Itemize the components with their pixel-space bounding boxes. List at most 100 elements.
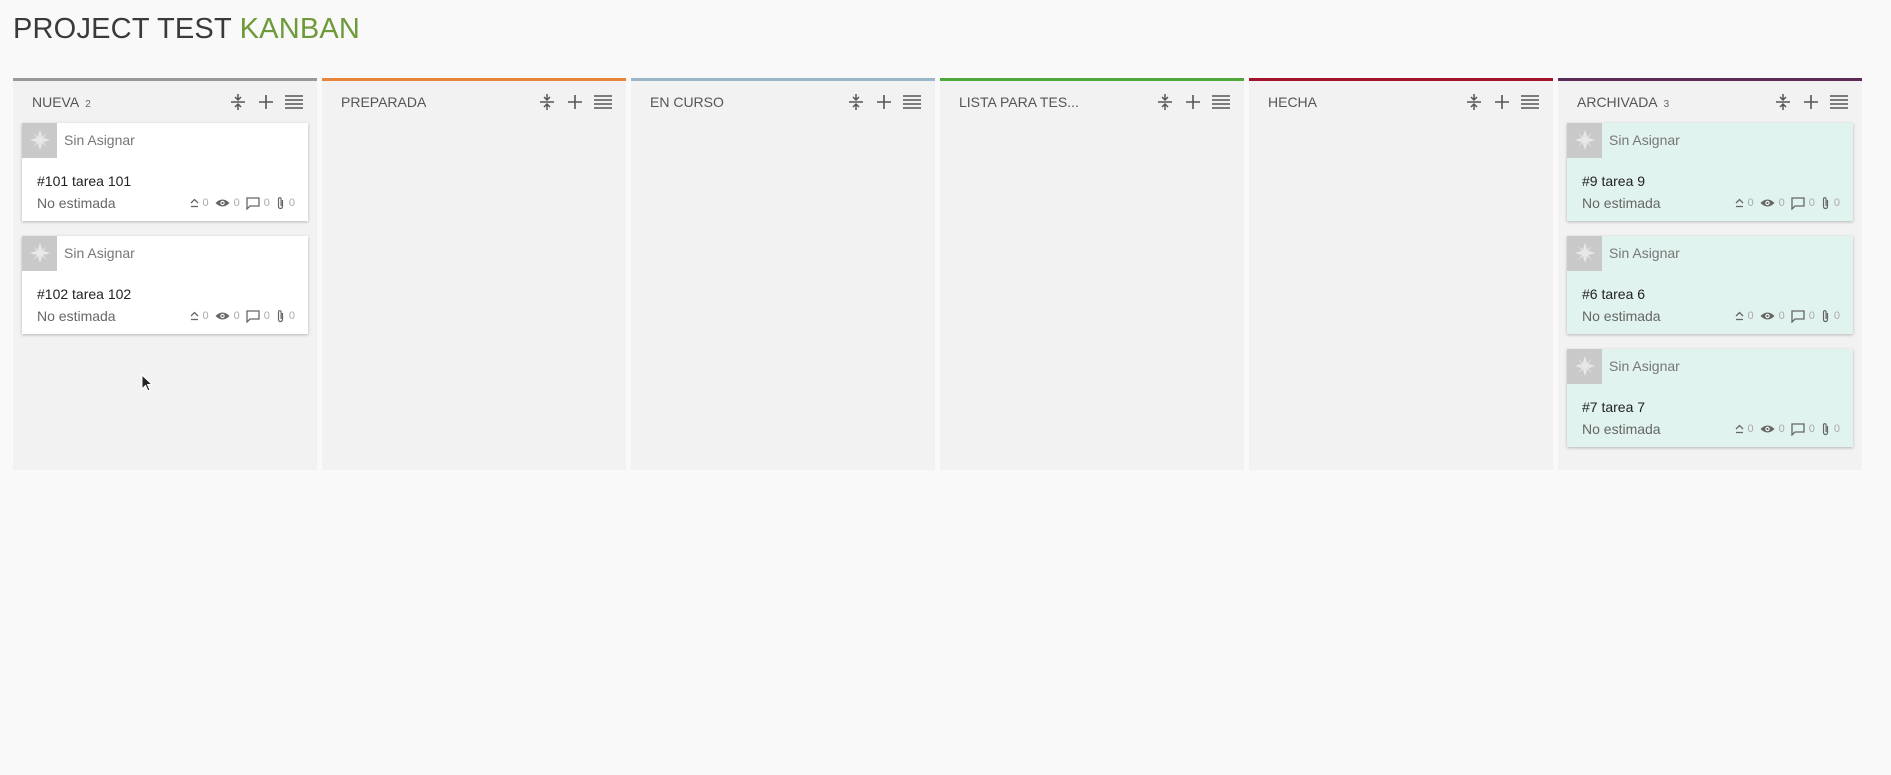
card-stat-comments: 0 [1791,422,1815,436]
card-votes-count: 0 [1747,197,1754,209]
column-menu-icon[interactable] [903,93,921,111]
comment-icon [246,196,260,210]
column-title: PREPARADA [341,94,427,110]
card-votes-count: 0 [1747,310,1754,322]
card-assignee[interactable]: Sin Asignar [1609,358,1680,374]
eye-icon [1760,311,1775,321]
card-title[interactable]: #101 tarea 101 [22,173,308,189]
column-menu-icon[interactable] [1212,93,1230,111]
card-assignee[interactable]: Sin Asignar [64,132,135,148]
card-stat-votes: 0 [1735,423,1754,435]
card-assignee[interactable]: Sin Asignar [64,245,135,261]
card-comments-count: 0 [263,310,270,322]
upvote-icon [1735,424,1744,434]
kanban-column: HECHA [1249,78,1553,470]
comment-icon [1791,309,1805,323]
add-card-icon[interactable] [257,93,275,111]
card-comments-count: 0 [1808,423,1815,435]
card-title[interactable]: #7 tarea 7 [1567,399,1853,415]
fold-column-icon[interactable] [229,93,247,111]
card-comments-count: 0 [1808,197,1815,209]
fold-column-icon[interactable] [1156,93,1174,111]
add-card-icon[interactable] [1802,93,1820,111]
card-header: Sin Asignar [22,122,308,158]
kanban-column: NUEVA 2 Sin Asignar #101 tarea 101 No estima… [13,78,317,470]
card-attachments-count: 0 [1833,197,1840,209]
default-avatar-icon[interactable] [22,122,57,158]
default-avatar-icon[interactable] [22,235,57,271]
card-title[interactable]: #9 tarea 9 [1567,173,1853,189]
column-menu-icon[interactable] [1830,93,1848,111]
card-header: Sin Asignar [1567,348,1853,384]
column-header: EN CURSO [631,81,935,123]
card-assignee[interactable]: Sin Asignar [1609,245,1680,261]
card-watchers-count: 0 [233,310,240,322]
card-title[interactable]: #6 tarea 6 [1567,286,1853,302]
default-avatar-icon[interactable] [1567,235,1602,271]
card-watchers-count: 0 [1778,423,1785,435]
paperclip-icon [1821,309,1830,323]
card-stat-comments: 0 [246,196,270,210]
card-stat-votes: 0 [1735,310,1754,322]
kanban-column: ARCHIVADA 3 Sin Asignar #9 tarea 9 No estima… [1558,78,1862,470]
eye-icon [1760,198,1775,208]
kanban-column: PREPARADA [322,78,626,470]
add-card-icon[interactable] [1184,93,1202,111]
card-footer: No estimada 0 0 0 0 [1567,308,1853,324]
page-title-main: PROJECT TEST [13,13,232,45]
card-header: Sin Asignar [22,235,308,271]
task-card[interactable]: Sin Asignar #7 tarea 7 No estimada 0 0 0 0 [1567,348,1853,447]
card-stats: 0 0 0 0 [1735,309,1840,323]
default-avatar-icon[interactable] [1567,348,1602,384]
card-stat-attachments: 0 [276,309,295,323]
paperclip-icon [1821,196,1830,210]
card-list: Sin Asignar #101 tarea 101 No estimada 0 0 0 0… [13,122,317,334]
fold-column-icon[interactable] [538,93,556,111]
card-estimate: No estimada [37,308,116,324]
card-comments-count: 0 [263,197,270,209]
card-stat-watchers: 0 [215,310,240,322]
column-menu-icon[interactable] [285,93,303,111]
column-actions [847,93,921,111]
column-actions [229,93,303,111]
card-stat-watchers: 0 [1760,197,1785,209]
card-footer: No estimada 0 0 0 0 [1567,195,1853,211]
card-footer: No estimada 0 0 0 0 [1567,421,1853,437]
card-attachments-count: 0 [1833,423,1840,435]
card-stat-votes: 0 [1735,197,1754,209]
task-card[interactable]: Sin Asignar #9 tarea 9 No estimada 0 0 0 0 [1567,122,1853,221]
kanban-column: LISTA PARA TES... [940,78,1244,470]
card-stat-attachments: 0 [1821,196,1840,210]
mouse-pointer-icon [141,374,153,392]
upvote-icon [190,198,199,208]
card-stat-watchers: 0 [1760,310,1785,322]
card-stats: 0 0 0 0 [1735,422,1840,436]
column-header: PREPARADA [322,81,626,123]
task-card[interactable]: Sin Asignar #101 tarea 101 No estimada 0 0 0 0 [22,122,308,221]
fold-column-icon[interactable] [1465,93,1483,111]
column-title: NUEVA [32,94,80,110]
fold-column-icon[interactable] [847,93,865,111]
fold-column-icon[interactable] [1774,93,1792,111]
page-title: PROJECT TEST KANBAN [13,10,360,48]
add-card-icon[interactable] [566,93,584,111]
card-attachments-count: 0 [1833,310,1840,322]
card-watchers-count: 0 [233,197,240,209]
card-title[interactable]: #102 tarea 102 [22,286,308,302]
add-card-icon[interactable] [875,93,893,111]
column-title: HECHA [1268,94,1318,110]
task-card[interactable]: Sin Asignar #102 tarea 102 No estimada 0 0 0 0 [22,235,308,334]
default-avatar-icon[interactable] [1567,122,1602,158]
paperclip-icon [1821,422,1830,436]
column-header: LISTA PARA TES... [940,81,1244,123]
card-assignee[interactable]: Sin Asignar [1609,132,1680,148]
card-estimate: No estimada [1582,195,1661,211]
card-stat-watchers: 0 [1760,423,1785,435]
task-card[interactable]: Sin Asignar #6 tarea 6 No estimada 0 0 0 0 [1567,235,1853,334]
column-menu-icon[interactable] [594,93,612,111]
card-stat-attachments: 0 [1821,422,1840,436]
eye-icon [215,198,230,208]
add-card-icon[interactable] [1493,93,1511,111]
card-votes-count: 0 [202,310,209,322]
column-menu-icon[interactable] [1521,93,1539,111]
